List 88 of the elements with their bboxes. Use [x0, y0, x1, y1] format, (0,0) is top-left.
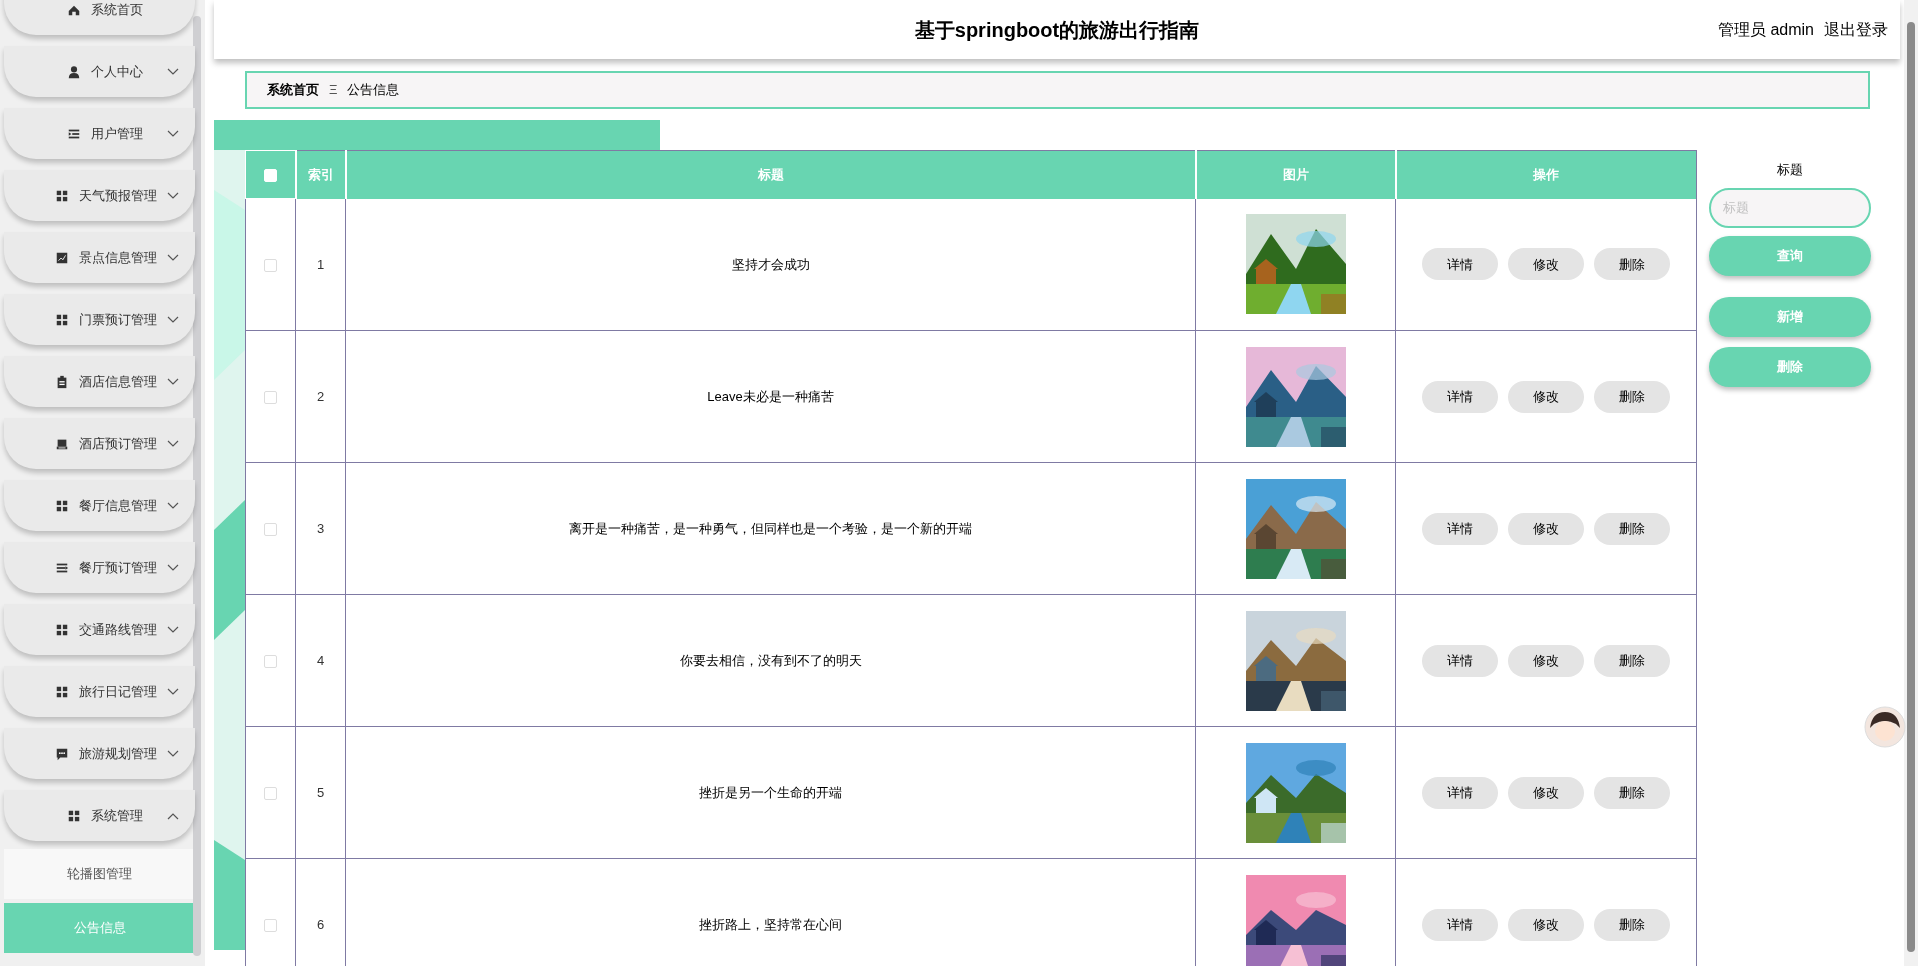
action-button[interactable]: 删除 [1594, 380, 1670, 413]
chevron-down-icon [167, 253, 179, 262]
page-title: 基于springboot的旅游出行指南 [914, 17, 1200, 43]
table-cell: 4 [316, 652, 325, 668]
submenu-item[interactable]: 轮播图管理 [4, 849, 195, 899]
breadcrumb-separator: Ξ [329, 81, 338, 100]
table-cell: 5 [316, 784, 325, 800]
action-button[interactable]: 修改 [1508, 248, 1584, 281]
action-button[interactable]: 修改 [1508, 512, 1584, 545]
sidebar-item[interactable]: 用户管理 [4, 108, 195, 159]
action-button[interactable]: 修改 [1508, 644, 1584, 677]
table-cell: 2 [316, 388, 325, 404]
table-cell: 你要去相信，没有到不了的明天 [679, 652, 862, 668]
sidebar-item[interactable]: 餐厅信息管理 [4, 480, 195, 531]
action-button[interactable]: 详情 [1422, 512, 1498, 545]
chevron-down-icon [167, 67, 179, 76]
scrollbar[interactable] [1904, 0, 1918, 966]
chevron-down-icon [167, 501, 179, 510]
logout-link[interactable]: 退出登录 [1824, 17, 1888, 42]
checkbox[interactable] [264, 786, 277, 800]
action-button[interactable]: 修改 [1508, 776, 1584, 809]
chart-icon [55, 250, 69, 265]
checkbox[interactable] [264, 654, 277, 668]
table-cell: 坚持才会成功 [731, 256, 810, 272]
avatar-icon[interactable] [1864, 706, 1906, 748]
column-header: 操作 [1533, 167, 1560, 182]
chat-icon [55, 746, 69, 761]
table-cell: 挫折是另一个生命的开端 [699, 784, 842, 800]
table-cell: 挫折路上，坚持常在心间 [699, 916, 842, 932]
action-button[interactable]: 删除 [1594, 776, 1670, 809]
grid-icon [55, 188, 69, 203]
action-button[interactable]: 删除 [1594, 248, 1670, 281]
sidebar-item[interactable]: 系统管理 [4, 790, 195, 841]
action-button[interactable]: 详情 [1422, 380, 1498, 413]
clipboard-icon [55, 374, 69, 389]
grid-icon [55, 312, 69, 327]
chevron-up-icon [167, 811, 179, 820]
sidebar-item[interactable]: 餐厅预订管理 [4, 542, 195, 593]
table-cell: Leave未必是一种痛苦 [707, 388, 834, 404]
chevron-down-icon [167, 129, 179, 138]
action-button[interactable]: 删除 [1594, 512, 1670, 545]
sidebar-item[interactable]: 天气预报管理 [4, 170, 195, 221]
table-cell: 离开是一种痛苦，是一种勇气，但同样也是一个考验，是一个新的开端 [569, 520, 972, 536]
grid-icon [55, 498, 69, 513]
action-button[interactable]: 详情 [1422, 776, 1498, 809]
action-button[interactable]: 修改 [1508, 908, 1584, 941]
sidebar-item[interactable]: 系统首页 [4, 0, 195, 35]
chevron-down-icon [167, 749, 179, 758]
grid-icon [67, 808, 81, 823]
chevron-down-icon [167, 687, 179, 696]
sidebar-item[interactable]: 门票预订管理 [4, 294, 195, 345]
chevron-down-icon [167, 315, 179, 324]
field-label: 标题 [1777, 161, 1803, 179]
scrollbar[interactable] [193, 16, 201, 956]
grid-icon [55, 622, 69, 637]
chevron-down-icon [167, 563, 179, 572]
sidebar-item[interactable]: 个人中心 [4, 46, 195, 97]
user-label: 管理员 admin [1717, 19, 1814, 40]
checkbox[interactable] [264, 918, 277, 932]
sidebar-item[interactable]: 景点信息管理 [4, 232, 195, 283]
checkbox[interactable] [264, 258, 277, 272]
action-button[interactable]: 详情 [1422, 644, 1498, 677]
action-button[interactable]: 修改 [1508, 380, 1584, 413]
chevron-down-icon [167, 439, 179, 448]
sidebar-item[interactable]: 酒店预订管理 [4, 418, 195, 469]
table-cell: 1 [316, 256, 325, 272]
chevron-down-icon [167, 625, 179, 634]
sidebar-item[interactable]: 酒店信息管理 [4, 356, 195, 407]
user-icon [67, 64, 81, 79]
column-header: 标题 [757, 167, 784, 182]
action-button[interactable]: 删除 [1594, 908, 1670, 941]
sidebar-item[interactable]: 交通路线管理 [4, 604, 195, 655]
table-cell: 3 [316, 520, 325, 536]
chevron-down-icon [167, 377, 179, 386]
grid-icon [55, 684, 69, 699]
chevron-down-icon [167, 191, 179, 200]
action-button[interactable]: 详情 [1422, 908, 1498, 941]
column-header: 图片 [1282, 167, 1309, 182]
sidebar-item[interactable]: 旅行日记管理 [4, 666, 195, 717]
checkbox[interactable] [264, 522, 277, 536]
breadcrumb-current: 公告信息 [347, 81, 400, 100]
action-button[interactable]: 详情 [1422, 248, 1498, 281]
checkbox[interactable] [264, 390, 277, 404]
sidebar-item[interactable]: 旅游规划管理 [4, 728, 195, 779]
column-header: 索引 [307, 167, 334, 182]
action-button[interactable]: 删除 [1594, 644, 1670, 677]
breadcrumb-link[interactable]: 系统首页 [267, 80, 319, 100]
table-cell: 6 [316, 916, 325, 932]
